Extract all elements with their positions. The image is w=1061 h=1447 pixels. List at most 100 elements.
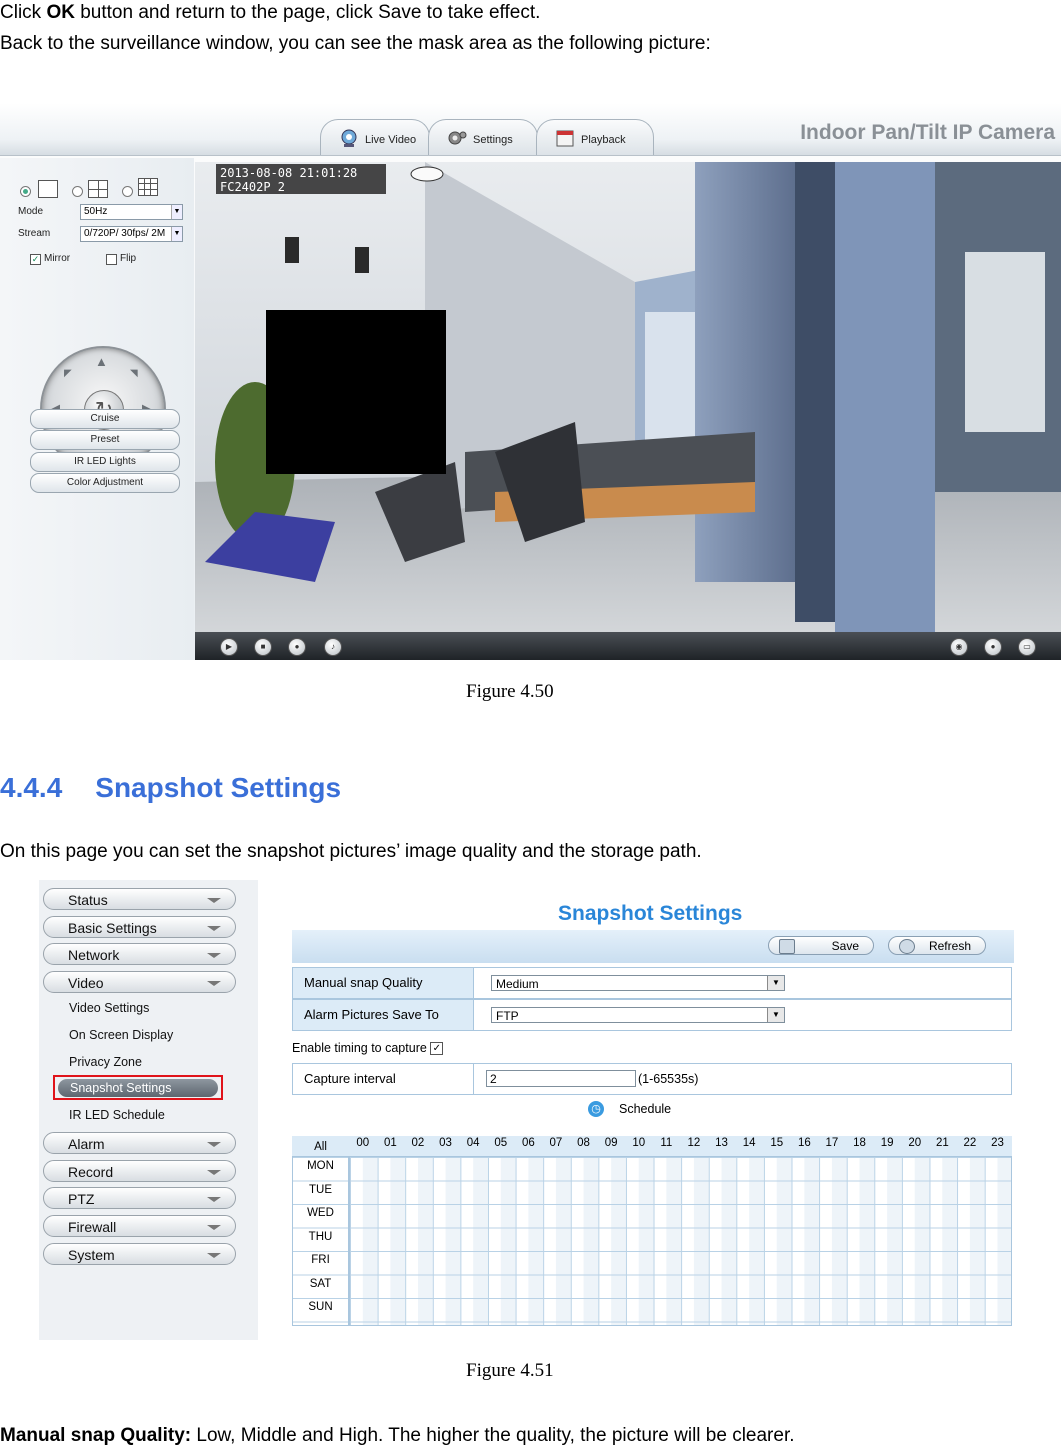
submenu-video-settings[interactable]: Video Settings <box>69 1001 149 1015</box>
hour-header-20[interactable]: 20 <box>901 1137 929 1149</box>
gear-icon <box>448 131 467 145</box>
menu-alarm[interactable]: Alarm <box>43 1132 236 1154</box>
schedule-all-toggle[interactable]: All <box>292 1141 349 1153</box>
hour-header-07[interactable]: 07 <box>542 1137 570 1149</box>
refresh-icon <box>899 939 915 954</box>
menu-video[interactable]: Video <box>43 971 236 993</box>
play-icon[interactable]: ▶ <box>220 638 238 656</box>
preset-button[interactable]: Preset <box>30 430 180 450</box>
camera-topbar: Live Video Settings Playback Indoor Pan/… <box>0 103 1061 156</box>
view-9-radio[interactable] <box>122 186 133 197</box>
refresh-label: Refresh <box>928 939 971 953</box>
flip-checkbox[interactable] <box>106 254 117 265</box>
schedule-icon: ◷ <box>588 1101 604 1117</box>
settings-toolbar: Save Refresh <box>292 930 1014 963</box>
hour-header-15[interactable]: 15 <box>763 1137 791 1149</box>
hour-header-19[interactable]: 19 <box>873 1137 901 1149</box>
day-label-tue[interactable]: TUE <box>292 1184 349 1196</box>
hour-header-00[interactable]: 00 <box>349 1137 377 1149</box>
submenu-ir-led-schedule[interactable]: IR LED Schedule <box>69 1108 165 1122</box>
hour-header-12[interactable]: 12 <box>680 1137 708 1149</box>
instruction-line-1: Click OK button and return to the page, … <box>0 2 540 24</box>
hour-header-09[interactable]: 09 <box>597 1137 625 1149</box>
capture-interval-input[interactable]: 2 <box>486 1070 636 1087</box>
chevron-down-icon <box>207 981 221 986</box>
color-adjustment-button[interactable]: Color Adjustment <box>30 473 180 493</box>
manual-snap-quality-description: Manual snap Quality: Low, Middle and Hig… <box>0 1425 795 1447</box>
hour-header-14[interactable]: 14 <box>735 1137 763 1149</box>
arrow-up-right-icon[interactable]: ◥ <box>130 368 138 379</box>
mirror-checkbox[interactable]: ✓ <box>30 254 41 265</box>
ir-led-lights-button[interactable]: IR LED Lights <box>30 452 180 472</box>
refresh-button[interactable]: Refresh <box>888 936 986 955</box>
view-1-radio[interactable] <box>20 186 31 197</box>
hour-header-21[interactable]: 21 <box>929 1137 957 1149</box>
osd-timestamp: 2013-08-08 21:01:28 FC2402P 2 <box>216 164 386 194</box>
day-label-wed[interactable]: WED <box>292 1207 349 1219</box>
hour-header-22[interactable]: 22 <box>956 1137 984 1149</box>
schedule-cells[interactable] <box>349 1156 1012 1326</box>
day-label-sat[interactable]: SAT <box>292 1278 349 1290</box>
day-label-sun[interactable]: SUN <box>292 1301 349 1313</box>
quality-value: Medium <box>496 977 539 991</box>
menu-label: Network <box>68 947 120 963</box>
record-icon[interactable]: ● <box>984 638 1002 656</box>
menu-label: Firewall <box>68 1219 117 1235</box>
fullscreen-icon[interactable]: ▭ <box>1018 638 1036 656</box>
chevron-down-icon: ▼ <box>767 1008 784 1022</box>
osd-camera-name: FC2402P 2 <box>220 180 286 194</box>
stream-select[interactable]: 0/720P/ 30fps/ 2M ▼ <box>80 226 183 242</box>
cruise-button[interactable]: Cruise <box>30 409 180 429</box>
menu-basic-settings[interactable]: Basic Settings <box>43 916 236 938</box>
manual-snap-quality-select[interactable]: Medium ▼ <box>491 975 785 991</box>
save-icon <box>779 939 795 954</box>
snapshot-icon[interactable]: ◉ <box>950 638 968 656</box>
menu-record[interactable]: Record <box>43 1160 236 1182</box>
view-4-radio[interactable] <box>72 186 83 197</box>
submenu-on-screen-display[interactable]: On Screen Display <box>69 1028 173 1042</box>
tab-settings[interactable]: Settings <box>428 119 538 155</box>
day-label-fri[interactable]: FRI <box>292 1254 349 1266</box>
hour-header-05[interactable]: 05 <box>487 1137 515 1149</box>
hour-header-03[interactable]: 03 <box>432 1137 460 1149</box>
hour-header-13[interactable]: 13 <box>708 1137 736 1149</box>
mode-select[interactable]: 50Hz ▼ <box>80 204 183 220</box>
menu-firewall[interactable]: Firewall <box>43 1215 236 1237</box>
menu-network[interactable]: Network <box>43 943 236 965</box>
hour-header-08[interactable]: 08 <box>570 1137 598 1149</box>
hour-header-23[interactable]: 23 <box>984 1137 1012 1149</box>
menu-ptz[interactable]: PTZ <box>43 1187 236 1209</box>
menu-system[interactable]: System <box>43 1243 236 1265</box>
alarm-save-to-select[interactable]: FTP ▼ <box>491 1007 785 1023</box>
enable-timing-checkbox[interactable]: ✓ <box>430 1042 444 1056</box>
arrow-up-left-icon[interactable]: ◤ <box>64 368 72 379</box>
hour-header-16[interactable]: 16 <box>791 1137 819 1149</box>
stop-icon[interactable]: ■ <box>254 638 272 656</box>
talk-icon[interactable]: ● <box>288 638 306 656</box>
hour-header-04[interactable]: 04 <box>459 1137 487 1149</box>
hour-header-10[interactable]: 10 <box>625 1137 653 1149</box>
submenu-privacy-zone[interactable]: Privacy Zone <box>69 1055 142 1069</box>
hour-header-06[interactable]: 06 <box>515 1137 543 1149</box>
arrow-up-icon[interactable]: ▲ <box>95 354 108 369</box>
ok-bold: OK <box>46 2 75 23</box>
menu-status[interactable]: Status <box>43 888 236 910</box>
save-button[interactable]: Save <box>768 936 874 955</box>
alarm-save-to-label: Alarm Pictures Save To <box>293 1000 474 1030</box>
hour-header-11[interactable]: 11 <box>653 1137 681 1149</box>
hour-header-18[interactable]: 18 <box>846 1137 874 1149</box>
hour-header-01[interactable]: 01 <box>377 1137 405 1149</box>
day-label-mon[interactable]: MON <box>292 1160 349 1172</box>
tab-playback[interactable]: Playback <box>536 119 654 155</box>
hour-header-17[interactable]: 17 <box>818 1137 846 1149</box>
save-label: Save <box>831 939 859 953</box>
chevron-down-icon <box>207 926 221 931</box>
menu-label: Record <box>68 1164 114 1180</box>
day-label-thu[interactable]: THU <box>292 1231 349 1243</box>
schedule-grid[interactable]: All 00 01 02 03 04 05 06 07 08 09 10 11 12 13 14 15 16 17… <box>292 1136 1012 1326</box>
section-number: 4.4.4 <box>0 772 63 803</box>
audio-icon[interactable]: ♪ <box>324 638 342 656</box>
hour-header-02[interactable]: 02 <box>404 1137 432 1149</box>
tab-live-video[interactable]: Live Video <box>320 119 430 155</box>
term-bold: Manual snap Quality: <box>0 1425 192 1446</box>
